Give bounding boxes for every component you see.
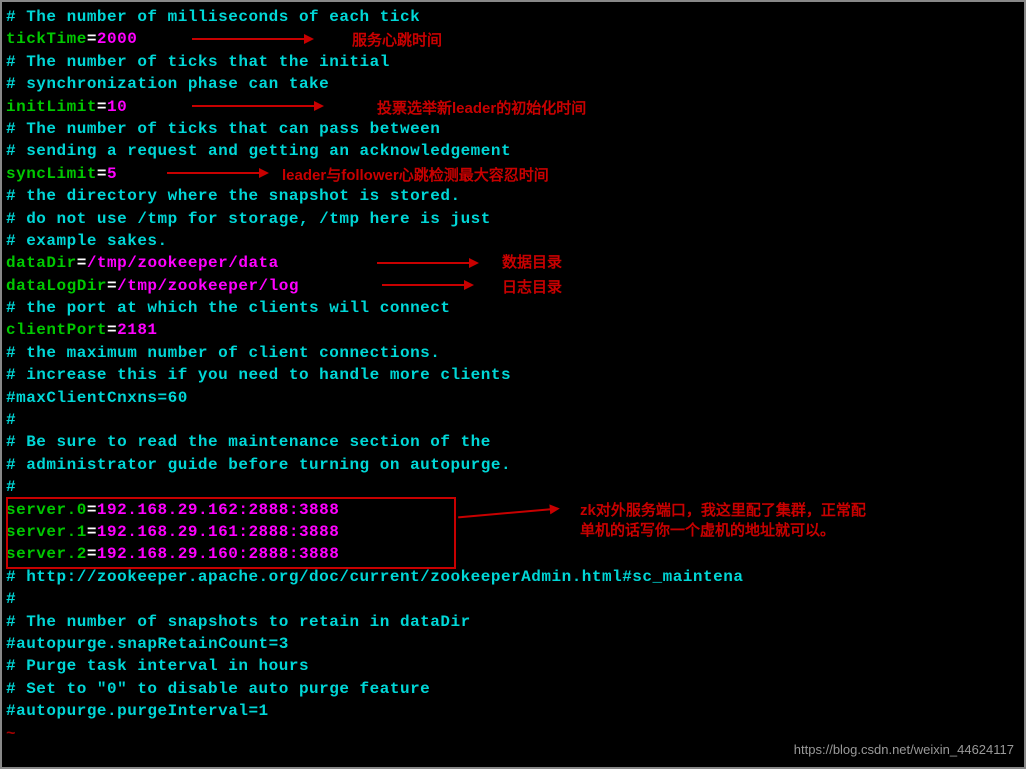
arrow-icon: [382, 284, 472, 286]
comment-line: #autopurge.purgeInterval=1: [6, 702, 269, 720]
comment-line: #: [6, 411, 16, 429]
comment-line: # Be sure to read the maintenance sectio…: [6, 433, 491, 451]
comment-line: # The number of ticks that can pass betw…: [6, 120, 440, 138]
comment-line: # Set to "0" to disable auto purge featu…: [6, 680, 430, 698]
config-val-ticktime: 2000: [97, 30, 137, 48]
comment-line: # example sakes.: [6, 232, 168, 250]
comment-line: #maxClientCnxns=60: [6, 389, 188, 407]
arrow-icon: [167, 172, 267, 174]
config-key-clientport: clientPort: [6, 321, 107, 339]
annotation-ticktime: 服务心跳时间: [352, 30, 442, 51]
comment-line: #autopurge.snapRetainCount=3: [6, 635, 289, 653]
annotation-servers-line2: 单机的话写你一个虚机的地址就可以。: [580, 520, 835, 541]
arrow-icon: [377, 262, 477, 264]
config-key-ticktime: tickTime: [6, 30, 87, 48]
arrow-icon: [192, 38, 312, 40]
annotation-servers-line1: zk对外服务端口，我这里配了集群，正常配: [580, 500, 866, 521]
comment-line: # The number of snapshots to retain in d…: [6, 613, 471, 631]
annotation-datalogdir: 日志目录: [502, 277, 562, 298]
config-val-datadir: /tmp/zookeeper/data: [87, 254, 279, 272]
comment-line: # the maximum number of client connectio…: [6, 344, 440, 362]
config-key-datalogdir: dataLogDir: [6, 277, 107, 295]
comment-line: # administrator guide before turning on …: [6, 456, 511, 474]
highlight-box: [6, 497, 456, 569]
arrow-icon: [192, 105, 322, 107]
config-key-initlimit: initLimit: [6, 98, 97, 116]
config-val-synclimit: 5: [107, 165, 117, 183]
config-key-datadir: dataDir: [6, 254, 77, 272]
config-val-datalogdir: /tmp/zookeeper/log: [117, 277, 299, 295]
comment-line: #: [6, 590, 16, 608]
comment-line: # do not use /tmp for storage, /tmp here…: [6, 210, 491, 228]
vim-tilde: ~: [6, 725, 16, 743]
watermark-text: https://blog.csdn.net/weixin_44624117: [794, 741, 1014, 759]
comment-line: # Purge task interval in hours: [6, 657, 309, 675]
comment-line: # The number of milliseconds of each tic…: [6, 8, 420, 26]
config-val-clientport: 2181: [117, 321, 157, 339]
config-key-synclimit: syncLimit: [6, 165, 97, 183]
config-val-initlimit: 10: [107, 98, 127, 116]
comment-line: # The number of ticks that the initial: [6, 53, 390, 71]
comment-line: # the port at which the clients will con…: [6, 299, 450, 317]
annotation-synclimit: leader与follower心跳检测最大容忍时间: [282, 165, 549, 186]
comment-line: # the directory where the snapshot is st…: [6, 187, 461, 205]
comment-line: # http://zookeeper.apache.org/doc/curren…: [6, 568, 743, 586]
comment-line: # synchronization phase can take: [6, 75, 329, 93]
annotation-initlimit: 投票选举新leader的初始化时间: [377, 98, 586, 119]
comment-line: # increase this if you need to handle mo…: [6, 366, 511, 384]
annotation-datadir: 数据目录: [502, 252, 562, 273]
comment-line: # sending a request and getting an ackno…: [6, 142, 511, 160]
comment-line: #: [6, 478, 16, 496]
